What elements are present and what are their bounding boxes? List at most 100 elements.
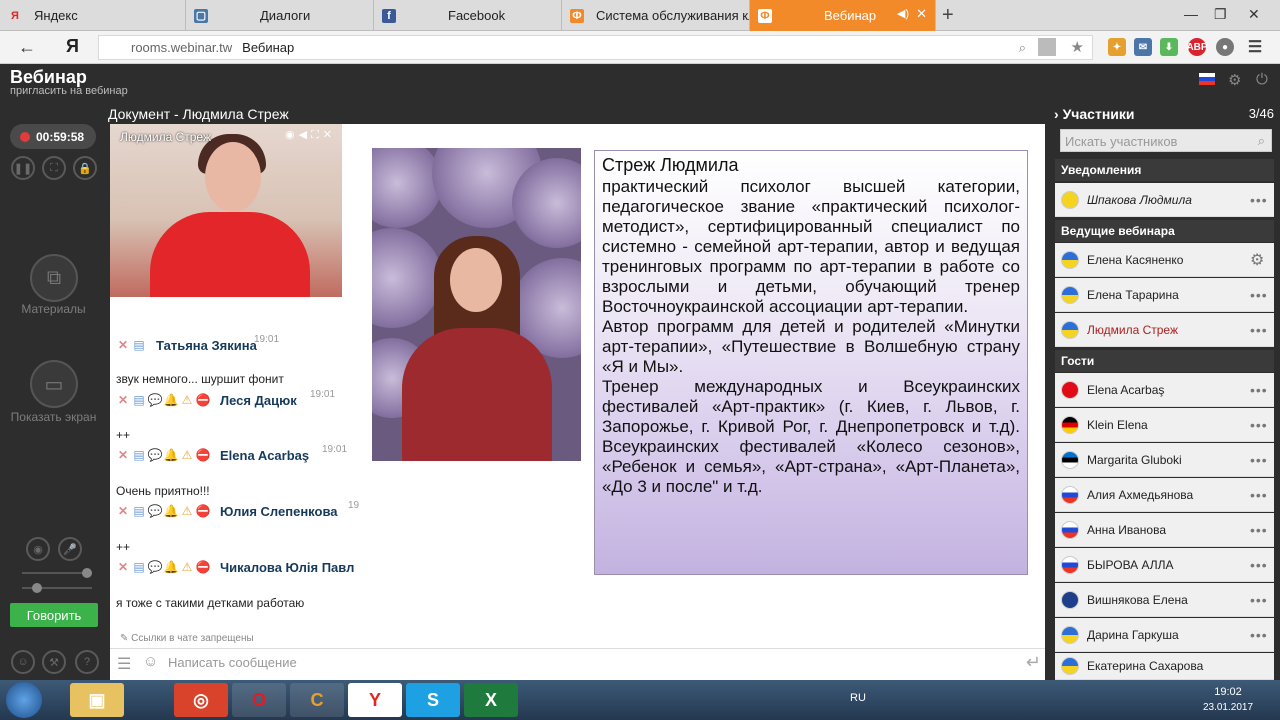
participant-row[interactable]: Алия Ахмедьянова •••: [1055, 478, 1274, 512]
fullscreen-icon[interactable]: ⛶: [42, 156, 66, 180]
extension-icon[interactable]: ✦: [1108, 38, 1126, 56]
pause-icon[interactable]: ❚❚: [11, 156, 35, 180]
warning-icon[interactable]: ⚠: [180, 393, 194, 407]
participant-row[interactable]: Klein Elena •••: [1055, 408, 1274, 442]
bell-icon[interactable]: 🔔: [164, 504, 179, 518]
download-icon[interactable]: ⬇: [1160, 38, 1178, 56]
tab-yandex[interactable]: Я Яндекс: [0, 0, 186, 31]
send-icon[interactable]: ↵: [1026, 652, 1041, 673]
invite-link[interactable]: пригласить на вебинар: [10, 85, 128, 97]
participant-row[interactable]: Дарина Гаркуша •••: [1055, 618, 1274, 652]
note-icon[interactable]: ▤: [132, 504, 146, 518]
note-icon[interactable]: ▤: [132, 560, 146, 574]
more-icon[interactable]: •••: [1250, 417, 1270, 433]
more-icon[interactable]: •••: [1250, 322, 1270, 338]
tab-dialogs[interactable]: ▢ Диалоги: [186, 0, 374, 31]
more-icon[interactable]: •••: [1250, 287, 1270, 303]
participant-row[interactable]: Шпакова Людмила •••: [1055, 183, 1274, 217]
participants-search-input[interactable]: Искать участников ⌕: [1060, 129, 1272, 152]
gear-icon[interactable]: ⚙: [1250, 250, 1270, 270]
more-icon[interactable]: •••: [1250, 192, 1270, 208]
delete-icon[interactable]: ✕: [116, 504, 130, 518]
presenter-video[interactable]: Людмила Стреж ◉◀⛶✕: [110, 124, 342, 297]
participant-row[interactable]: Елена Тарарина •••: [1055, 278, 1274, 312]
more-icon[interactable]: •••: [1250, 557, 1270, 573]
skype-icon[interactable]: S: [406, 683, 460, 717]
star-icon[interactable]: ★: [1071, 38, 1084, 56]
more-icon[interactable]: •••: [1250, 627, 1270, 643]
bell-icon[interactable]: 🔔: [164, 448, 179, 462]
lightbulb-icon[interactable]: ●: [1216, 38, 1234, 56]
more-icon[interactable]: •••: [1250, 487, 1270, 503]
language-indicator[interactable]: RU: [850, 692, 866, 704]
back-arrow-icon[interactable]: ←: [18, 37, 36, 58]
message-input[interactable]: Написать сообщение: [168, 655, 297, 670]
yandex-logo[interactable]: Я: [66, 36, 79, 57]
recording-timer[interactable]: 00:59:58: [10, 124, 96, 149]
microphone-icon[interactable]: 🎤: [58, 537, 82, 561]
maximize-button[interactable]: ❐: [1214, 6, 1227, 23]
video-controls-icon[interactable]: ◉◀⛶✕: [285, 128, 336, 142]
ban-icon[interactable]: ⛔: [196, 393, 211, 407]
show-screen-label[interactable]: Показать экран: [0, 410, 107, 424]
mic-slider[interactable]: [22, 583, 92, 593]
menu-icon[interactable]: ☰: [1246, 38, 1264, 56]
russian-flag-icon[interactable]: [1199, 73, 1215, 85]
more-icon[interactable]: •••: [1250, 452, 1270, 468]
reply-icon[interactable]: 💬: [148, 504, 163, 518]
bell-icon[interactable]: 🔔: [164, 560, 179, 574]
delete-icon[interactable]: ✕: [116, 560, 130, 574]
tools-icon[interactable]: ⚒: [42, 650, 66, 674]
more-icon[interactable]: •••: [1250, 382, 1270, 398]
yandex-browser-icon[interactable]: Y: [348, 683, 402, 717]
volume-slider[interactable]: [22, 568, 92, 578]
chat-author[interactable]: Чикалова Юлія Павл: [220, 560, 354, 575]
help-icon[interactable]: ?: [75, 650, 99, 674]
mail-icon[interactable]: ✉: [1134, 38, 1152, 56]
delete-icon[interactable]: ✕: [116, 338, 130, 352]
chat-author[interactable]: Юлия Слепенкова: [220, 504, 338, 519]
note-icon[interactable]: ▤: [132, 338, 146, 352]
note-icon[interactable]: ▤: [132, 448, 146, 462]
windows-start-icon[interactable]: [6, 682, 42, 718]
chat-author[interactable]: Татьяна Зякина: [156, 338, 257, 353]
chat-author[interactable]: Леся Дацюк: [220, 393, 297, 408]
gear-icon[interactable]: ⚙: [1228, 71, 1244, 89]
audio-icon[interactable]: ◀): [897, 7, 909, 20]
participant-row[interactable]: Margarita Gluboki •••: [1055, 443, 1274, 477]
smile-icon[interactable]: ☺: [143, 653, 158, 670]
participant-row[interactable]: Елена Касяненко ⚙: [1055, 243, 1274, 277]
tab-webinar[interactable]: Ф Вебинар ◀) ✕: [750, 0, 936, 31]
participant-row[interactable]: Людмила Стреж •••: [1055, 313, 1274, 347]
participants-title[interactable]: › Участники: [1054, 106, 1135, 122]
chat-author[interactable]: Elena Acarbaş: [220, 448, 309, 463]
participant-row[interactable]: Elena Acarbaş •••: [1055, 373, 1274, 407]
ccleaner-icon[interactable]: C: [290, 683, 344, 717]
ban-icon[interactable]: ⛔: [196, 448, 211, 462]
participant-row[interactable]: Вишнякова Елена •••: [1055, 583, 1274, 617]
delete-icon[interactable]: ✕: [116, 393, 130, 407]
lock-icon[interactable]: 🔒: [73, 156, 97, 180]
speak-button[interactable]: Говорить: [10, 603, 98, 627]
adblock-icon[interactable]: ABP: [1186, 38, 1208, 56]
tab-facebook[interactable]: f Facebook: [374, 0, 562, 31]
delete-icon[interactable]: ✕: [116, 448, 130, 462]
camera-icon[interactable]: ◉: [26, 537, 50, 561]
warning-icon[interactable]: ⚠: [180, 504, 194, 518]
materials-label[interactable]: Материалы: [0, 302, 107, 316]
note-icon[interactable]: ▤: [132, 393, 146, 407]
ban-icon[interactable]: ⛔: [196, 560, 211, 574]
participant-row[interactable]: Анна Иванова •••: [1055, 513, 1274, 547]
excel-icon[interactable]: X: [464, 683, 518, 717]
support-icon[interactable]: ☺: [11, 650, 35, 674]
reply-icon[interactable]: 💬: [148, 448, 163, 462]
bell-icon[interactable]: 🔔: [164, 393, 179, 407]
more-icon[interactable]: •••: [1250, 592, 1270, 608]
new-tab-button[interactable]: +: [942, 4, 954, 27]
warning-icon[interactable]: ⚠: [180, 448, 194, 462]
clock-date[interactable]: 23.01.2017: [1200, 702, 1256, 713]
ban-icon[interactable]: ⛔: [196, 504, 211, 518]
chat-menu-icon[interactable]: ☰: [117, 654, 131, 674]
bookmark-manager-icon[interactable]: [1038, 38, 1056, 56]
minimize-button[interactable]: —: [1184, 6, 1198, 22]
